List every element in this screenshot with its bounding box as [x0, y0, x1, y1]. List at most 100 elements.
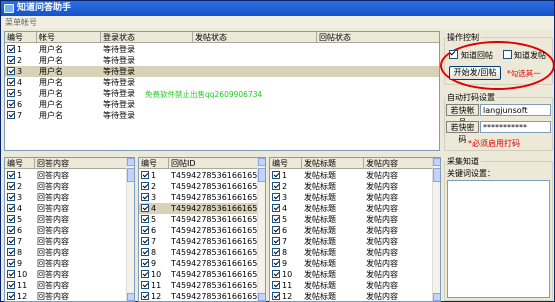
row-checkbox[interactable]	[272, 281, 280, 289]
row-checkbox[interactable]	[272, 182, 280, 190]
table-row[interactable]: 4 回答内容	[5, 203, 134, 214]
table-row[interactable]: 1 回答内容	[5, 170, 134, 181]
row-checkbox[interactable]	[272, 171, 280, 179]
table-row[interactable]: 9 发帖标题 发帖内容	[270, 258, 440, 269]
table-row[interactable]: 11 回答内容	[5, 280, 134, 291]
row-checkbox[interactable]	[272, 259, 280, 267]
row-checkbox[interactable]	[141, 237, 149, 245]
table-row[interactable]: 11 T4594278536166165Z	[139, 280, 265, 291]
table-row[interactable]: 2 T4594278536166165Z	[139, 181, 265, 192]
col-header-num[interactable]: 编号	[5, 158, 35, 169]
table-row[interactable]: 6 发帖标题 发帖内容	[270, 225, 440, 236]
row-checkbox[interactable]	[7, 292, 15, 300]
captcha-account-input[interactable]: langjunsoft	[480, 104, 551, 116]
table-row[interactable]: 7 回答内容	[5, 236, 134, 247]
row-checkbox[interactable]	[7, 193, 15, 201]
table-row[interactable]: 3 发帖标题 发帖内容	[270, 192, 440, 203]
row-checkbox[interactable]	[7, 215, 15, 223]
table-row[interactable]: 11 发帖标题 发帖内容	[270, 280, 440, 291]
table-row[interactable]: 3 回答内容	[5, 192, 134, 203]
table-row[interactable]: 4 发帖标题 发帖内容	[270, 203, 440, 214]
row-checkbox[interactable]	[7, 204, 15, 212]
reply-checkbox[interactable]	[449, 50, 458, 59]
table-row[interactable]: 5 回答内容	[5, 214, 134, 225]
table-row[interactable]: 5 发帖标题 发帖内容	[270, 214, 440, 225]
table-row[interactable]: 1 发帖标题 发帖内容	[270, 170, 440, 181]
col-header-num[interactable]: 编号	[139, 158, 169, 169]
scroll-down-icon[interactable]	[127, 293, 134, 301]
row-checkbox[interactable]	[141, 204, 149, 212]
table-row[interactable]: 8 回答内容	[5, 247, 134, 258]
post-ids-scrollbar[interactable]	[257, 158, 265, 301]
scroll-up-icon[interactable]	[127, 158, 134, 166]
row-checkbox[interactable]	[7, 171, 15, 179]
row-checkbox[interactable]	[7, 182, 15, 190]
captcha-password-input[interactable]: ***********	[480, 121, 551, 133]
col-header-account[interactable]: 帐号	[37, 32, 101, 43]
row-checkbox[interactable]	[7, 237, 15, 245]
replies-scrollbar[interactable]	[126, 158, 134, 301]
table-row[interactable]: 2 回答内容	[5, 181, 134, 192]
row-checkbox[interactable]	[7, 56, 15, 64]
row-checkbox[interactable]	[141, 215, 149, 223]
scroll-down-icon[interactable]	[258, 293, 265, 301]
table-row[interactable]: 7 发帖标题 发帖内容	[270, 236, 440, 247]
row-checkbox[interactable]	[7, 226, 15, 234]
col-header-reply-content[interactable]: 回答内容	[35, 158, 128, 169]
col-header-num[interactable]: 编号	[5, 32, 37, 43]
menu-item-account[interactable]: 菜单帐号	[5, 18, 37, 27]
col-header-post-status[interactable]: 发帖状态	[193, 32, 317, 43]
table-row[interactable]: 4 T4594278536166165Z	[139, 203, 265, 214]
keyword-input-area[interactable]	[447, 180, 550, 298]
table-row[interactable]: 12 回答内容	[5, 291, 134, 301]
row-checkbox[interactable]	[7, 67, 15, 75]
col-header-num[interactable]: 编号	[270, 158, 302, 169]
replies-table[interactable]: 编号 回答内容 1 回答内容 2 回答内容 3 回答内容 4 回答内容 5 回答内容 6 回答内容 7 回…	[4, 157, 135, 302]
table-row[interactable]: 6 用户名 等待登录	[5, 99, 439, 110]
table-row[interactable]: 10 回答内容	[5, 269, 134, 280]
scroll-thumb[interactable]	[258, 168, 265, 182]
table-row[interactable]: 12 T4594278536166165Z	[139, 291, 265, 301]
row-checkbox[interactable]	[141, 292, 149, 300]
table-row[interactable]: 1 用户名 等待登录	[5, 44, 439, 55]
scroll-thumb[interactable]	[127, 168, 134, 182]
table-row[interactable]: 2 用户名 等待登录	[5, 55, 439, 66]
start-button[interactable]: 开始发/回帖	[449, 66, 501, 80]
row-checkbox[interactable]	[272, 248, 280, 256]
row-checkbox[interactable]	[7, 78, 15, 86]
row-checkbox[interactable]	[141, 182, 149, 190]
row-checkbox[interactable]	[272, 270, 280, 278]
accounts-table[interactable]: 编号 帐号 登录状态 发帖状态 回帖状态 1 用户名 等待登录 2 用户名 等待登录 3 用户…	[4, 31, 440, 151]
table-row[interactable]: 1 T4594278536166165Z	[139, 170, 265, 181]
table-row[interactable]: 9 回答内容	[5, 258, 134, 269]
row-checkbox[interactable]	[272, 226, 280, 234]
table-row[interactable]: 3 用户名 等待登录	[5, 66, 439, 77]
scroll-thumb[interactable]	[433, 168, 440, 182]
col-header-login-status[interactable]: 登录状态	[101, 32, 193, 43]
scroll-up-icon[interactable]	[258, 158, 265, 166]
table-row[interactable]: 7 T4594278536166165Z	[139, 236, 265, 247]
table-row[interactable]: 9 T4594278536166165Z	[139, 258, 265, 269]
row-checkbox[interactable]	[7, 259, 15, 267]
scroll-up-icon[interactable]	[433, 158, 440, 166]
row-checkbox[interactable]	[7, 111, 15, 119]
col-header-post-id[interactable]: 回帖ID	[169, 158, 259, 169]
col-header-reply-status[interactable]: 回帖状态	[317, 32, 439, 43]
row-checkbox[interactable]	[7, 281, 15, 289]
table-row[interactable]: 6 回答内容	[5, 225, 134, 236]
scroll-down-icon[interactable]	[433, 293, 440, 301]
post-checkbox-label[interactable]: 知道发帖	[514, 50, 546, 61]
row-checkbox[interactable]	[272, 292, 280, 300]
table-row[interactable]: 10 发帖标题 发帖内容	[270, 269, 440, 280]
table-row[interactable]: 8 T4594278536166165Z	[139, 247, 265, 258]
row-checkbox[interactable]	[141, 259, 149, 267]
table-row[interactable]: 8 发帖标题 发帖内容	[270, 247, 440, 258]
table-row[interactable]: 10 T4594278536166165Z	[139, 269, 265, 280]
row-checkbox[interactable]	[141, 248, 149, 256]
row-checkbox[interactable]	[141, 281, 149, 289]
row-checkbox[interactable]	[272, 204, 280, 212]
posts-scrollbar[interactable]	[432, 158, 440, 301]
reply-checkbox-label[interactable]: 知道回帖	[461, 50, 493, 61]
table-row[interactable]: 2 发帖标题 发帖内容	[270, 181, 440, 192]
row-checkbox[interactable]	[272, 215, 280, 223]
